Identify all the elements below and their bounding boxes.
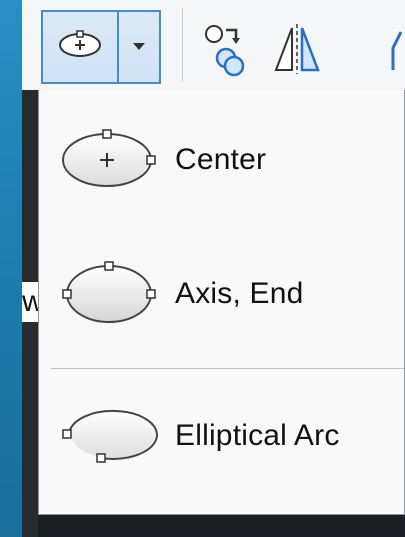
- ellipse-split-button[interactable]: [41, 10, 161, 84]
- ellipse-center-icon: [56, 28, 104, 67]
- menu-item-label: Center: [175, 143, 267, 176]
- menu-item-label: Axis, End: [175, 277, 304, 310]
- toolbar-divider: [182, 8, 183, 82]
- menu-item-center[interactable]: Center: [39, 104, 404, 216]
- dropdown-toggle[interactable]: [119, 12, 159, 82]
- ribbon-toolbar: [22, 0, 405, 91]
- copy-circle-icon[interactable]: [202, 18, 248, 78]
- ellipse-axis-end-icon: [59, 254, 169, 334]
- menu-item-axis-end[interactable]: Axis, End: [39, 238, 404, 350]
- elliptical-arc-icon: [59, 396, 169, 476]
- partial-tool-icon[interactable]: [387, 18, 405, 78]
- menu-separator: [51, 368, 404, 369]
- menu-item-label: Elliptical Arc: [175, 419, 340, 452]
- canvas-bottom-band: [38, 515, 405, 537]
- ellipse-center-icon: [59, 120, 169, 200]
- menu-item-elliptical-arc[interactable]: Elliptical Arc: [39, 380, 404, 492]
- ellipse-button[interactable]: [43, 12, 119, 82]
- dropdown-arrow-icon: [131, 38, 147, 56]
- ellipse-dropdown-menu: Center Axis, End Elliptical Arc: [38, 90, 405, 515]
- desktop-edge: [0, 0, 22, 537]
- mirror-icon[interactable]: [272, 18, 322, 78]
